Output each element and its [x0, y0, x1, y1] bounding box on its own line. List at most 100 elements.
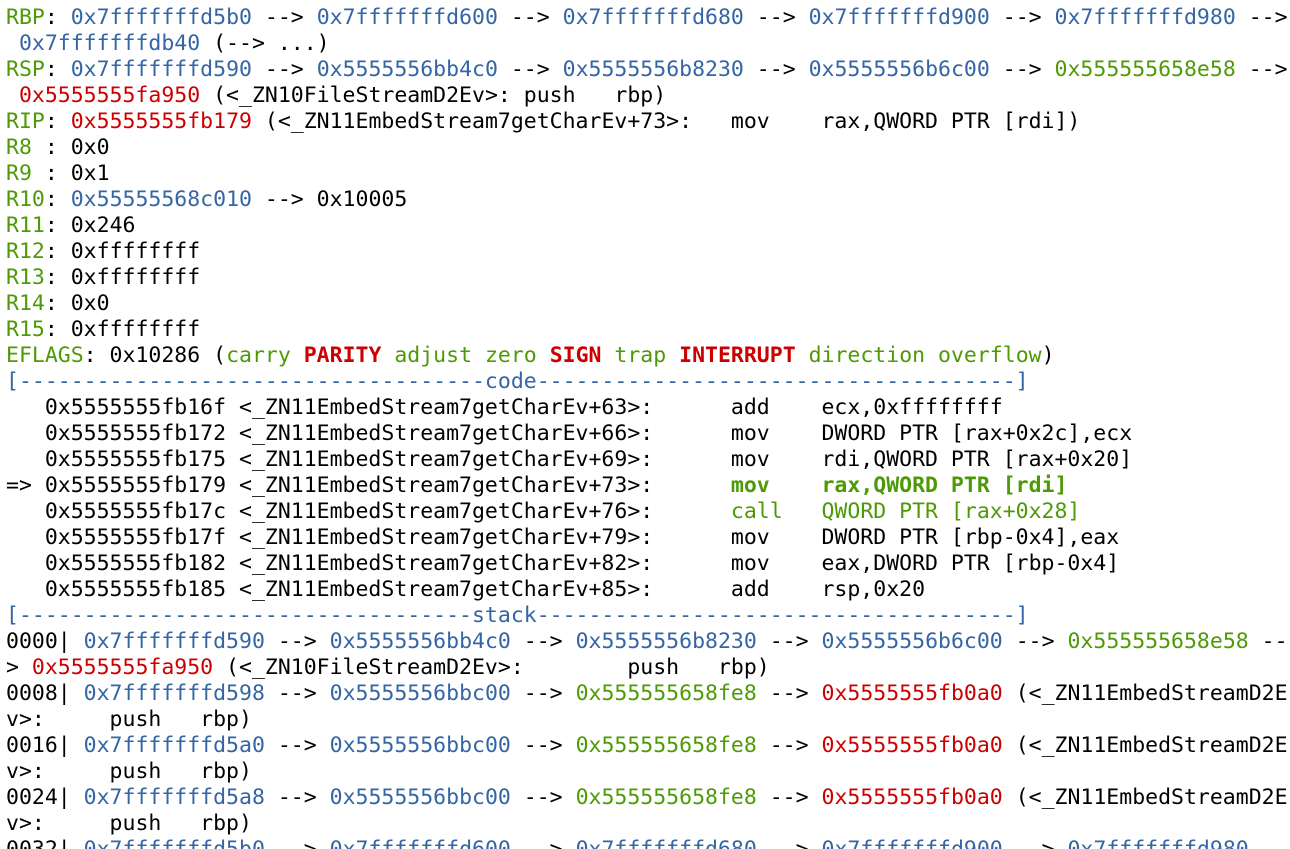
terminal-text-segment: 0x5555556b6c00 [821, 629, 1003, 654]
terminal-text-segment: trap [601, 343, 680, 368]
terminal-text-segment: --> [743, 57, 809, 82]
terminal-text-segment: --> [497, 57, 563, 82]
terminal-text-segment: 0x5555555fb0a0 [821, 681, 1003, 706]
terminal-text-segment: --> [1003, 837, 1068, 849]
terminal-text-segment: 0x555555658e58 [1067, 629, 1249, 654]
terminal-text-segment: SIGN [549, 343, 602, 368]
terminal-line: R15: 0xffffffff [6, 317, 1290, 343]
terminal-text-segment: --> [251, 5, 317, 30]
terminal-line: 0016| 0x7fffffffd5a0 --> 0x5555556bbc00 … [6, 733, 1290, 759]
terminal-text-segment: 0x55555568c010 [70, 187, 252, 212]
terminal-text-segment: INTERRUPT [679, 343, 796, 368]
terminal-text-segment: 0x7fffffffd900 [822, 837, 1003, 849]
terminal-text-segment: 0x7fffffffd590 [70, 57, 252, 82]
terminal-text-segment: 0000| [6, 629, 84, 654]
terminal-line: EFLAGS: 0x10286 (carry PARITY adjust zer… [6, 343, 1290, 369]
terminal-line: 0x5555555fb17c <_ZN11EmbedStream7getChar… [6, 499, 1290, 525]
terminal-text-segment: 0x7fffffffd5a8 [83, 785, 265, 810]
terminal-text-segment: 0x5555555fb0a0 [821, 785, 1003, 810]
terminal-line: 0x5555555fb16f <_ZN11EmbedStream7getChar… [6, 395, 1290, 421]
terminal-text-segment: (<_ZN11EmbedStreamD2E [1002, 681, 1288, 706]
terminal-line: 0x5555555fb185 <_ZN11EmbedStream7getChar… [6, 577, 1290, 603]
terminal-text-segment: : 0x0 [44, 135, 110, 160]
terminal-text-segment: (--> ...) [200, 31, 330, 56]
terminal-text-segment: (<_ZN11EmbedStreamD2E [1002, 733, 1288, 758]
terminal-text-segment: --> [756, 733, 822, 758]
terminal-line: RIP: 0x5555555fb179 (<_ZN11EmbedStream7g… [6, 109, 1290, 135]
terminal-text-segment: --> [989, 5, 1055, 30]
terminal-text-segment: --> [264, 629, 330, 654]
terminal-text-segment: --> [264, 785, 330, 810]
terminal-text-segment: > [6, 655, 32, 680]
terminal-text-segment: --> [989, 57, 1055, 82]
terminal-text-segment: : 0xffffffff [44, 265, 201, 290]
terminal-text-segment: --> [251, 57, 317, 82]
terminal-line: R10: 0x55555568c010 --> 0x10005 [6, 187, 1290, 213]
terminal-text-segment: 0x5555555fb175 <_ZN11EmbedStream7getChar… [6, 447, 1133, 472]
terminal-text-segment: 0x7fffffffd680 [576, 837, 757, 849]
terminal-text-segment: --> [1235, 57, 1288, 82]
terminal-text-segment: --> [757, 837, 822, 849]
terminal-text-segment: adjust zero [381, 343, 550, 368]
terminal-text-segment: 0x5555556bb4c0 [329, 629, 511, 654]
terminal-line: 0024| 0x7fffffffd5a8 --> 0x5555556bbc00 … [6, 785, 1290, 811]
terminal-text-segment: (<_ZN10FileStreamD2Ev>: push rbp) [200, 83, 667, 108]
terminal-line: 0x7fffffffdb40 (--> ...) [6, 31, 1290, 57]
terminal-text-segment: 0x5555556bbc00 [329, 785, 511, 810]
terminal-line: R8 : 0x0 [6, 135, 1290, 161]
terminal-text-segment: 0032| [6, 837, 84, 849]
terminal-line: 0x5555555fa950 (<_ZN10FileStreamD2Ev>: p… [6, 83, 1290, 109]
terminal-text-segment: 0x5555556bbc00 [329, 733, 511, 758]
terminal-text-segment: 0x5555555fa950 [31, 655, 214, 680]
terminal-text-segment: --> 0x10005 [251, 187, 408, 212]
terminal-text-segment: 0x5555555fb17c <_ZN11EmbedStream7getChar… [6, 499, 731, 524]
terminal-text-segment: --> [743, 5, 809, 30]
terminal-line: [-----------------------------------stac… [6, 603, 1290, 629]
terminal-text-segment: 0016| [6, 733, 84, 758]
terminal-text-segment: : 0x246 [44, 213, 136, 238]
terminal-text-segment: (<_ZN11EmbedStream7getCharEv+73>: mov ra… [251, 109, 1081, 134]
terminal-text-segment: 0x7fffffffd600 [316, 5, 498, 30]
terminal-text-segment: --> [264, 733, 330, 758]
terminal-text-segment: carry [226, 343, 304, 368]
terminal-line: 0008| 0x7fffffffd598 --> 0x5555556bbc00 … [6, 681, 1290, 707]
terminal-text-segment: 0x7fffffffd5a0 [83, 733, 265, 758]
terminal-text-segment: 0x7fffffffd598 [83, 681, 265, 706]
terminal-line: > 0x5555555fa950 (<_ZN10FileStreamD2Ev>:… [6, 655, 1290, 681]
terminal-text-segment: --> [756, 629, 822, 654]
terminal-line: RSP: 0x7fffffffd590 --> 0x5555556bb4c0 -… [6, 57, 1290, 83]
terminal-text-segment: 0x7fffffffd900 [808, 5, 990, 30]
terminal-line: R14: 0x0 [6, 291, 1290, 317]
terminal-text-segment: 0x7fffffffdb40 [18, 31, 201, 56]
terminal-text-segment: : [44, 57, 71, 82]
terminal-text-segment: : 0xffffffff [44, 317, 201, 342]
terminal-text-segment: 0x555555658fe8 [575, 681, 757, 706]
terminal-text-segment: direction overflow [795, 343, 1042, 368]
terminal-text-segment: v>: push rbp) [6, 811, 252, 836]
terminal-text-segment: --> [264, 681, 330, 706]
terminal-text-segment: -- [1248, 629, 1288, 654]
terminal-text-segment: 0x5555556b6c00 [808, 57, 990, 82]
terminal-text-segment: 0x7fffffffd600 [330, 837, 511, 849]
terminal-text-segment: : 0x1 [44, 161, 110, 186]
terminal-text-segment: : 0xffffffff [44, 239, 201, 264]
terminal-line: 0x5555555fb175 <_ZN11EmbedStream7getChar… [6, 447, 1290, 473]
terminal-text-segment: 0x7fffffffd5b0 [70, 5, 252, 30]
terminal-line: R13: 0xffffffff [6, 265, 1290, 291]
terminal-text-segment: 0x5555555fb179 [70, 109, 252, 134]
terminal-text-segment: : 0x0 [44, 291, 110, 316]
terminal-text-segment: R15 [6, 317, 45, 342]
terminal-text-segment: => 0x5555555fb179 <_ZN11EmbedStream7getC… [6, 473, 731, 498]
terminal-output[interactable]: RBP: 0x7fffffffd5b0 --> 0x7fffffffd600 -… [0, 0, 1290, 849]
terminal-text-segment: 0x5555556bbc00 [329, 681, 511, 706]
terminal-text-segment: --> [265, 837, 330, 849]
terminal-line: R11: 0x246 [6, 213, 1290, 239]
terminal-text-segment: : 0x10286 ( [83, 343, 227, 368]
terminal-text-segment: --> [511, 837, 576, 849]
terminal-text-segment: 0x7fffffffd680 [562, 5, 744, 30]
terminal-text-segment: ) [1041, 343, 1055, 368]
terminal-line: RBP: 0x7fffffffd5b0 --> 0x7fffffffd600 -… [6, 5, 1290, 31]
terminal-text-segment: 0x5555556b8230 [575, 629, 757, 654]
